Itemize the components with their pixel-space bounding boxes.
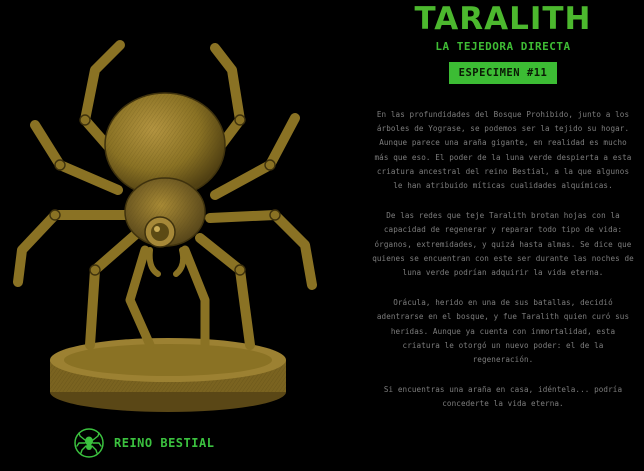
spider-eye	[144, 216, 176, 248]
creature-title: TARALITH	[414, 1, 592, 37]
spider-engraving	[13, 40, 317, 412]
creature-subtitle: LA TEJEDORA DIRECTA	[435, 40, 571, 53]
description-paragraph: Orácula, herido en una de sus batallas, …	[376, 298, 630, 365]
spider-fangs	[146, 247, 187, 277]
description: En las profundidades del Bosque Prohibid…	[372, 108, 634, 412]
creature-info: TARALITH LA TEJEDORA DIRECTA ESPECIMEN #…	[372, 0, 634, 471]
spider-illustration	[0, 0, 330, 420]
footer-brand: REINO BESTIAL	[74, 428, 214, 458]
brand-name: REINO BESTIAL	[114, 436, 215, 450]
description-paragraph: De las redes que teje Taralith brotan ho…	[372, 211, 634, 278]
description-paragraph: En las profundidades del Bosque Prohibid…	[374, 110, 632, 191]
specimen-badge: ESPECIMEN #11	[448, 62, 558, 84]
description-paragraph: Si encuentras una araña en casa, idéntel…	[383, 385, 623, 409]
spider-emblem-icon	[74, 428, 104, 458]
